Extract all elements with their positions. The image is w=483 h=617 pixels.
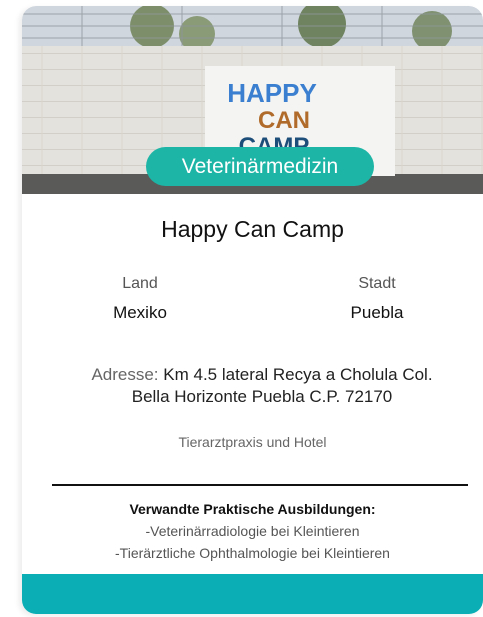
card-footer-bar[interactable] [22, 574, 483, 614]
sign-line-2: CAN [258, 107, 310, 134]
related-training-item: -Tierärztliche Ophthalmologie bei Kleint… [115, 545, 390, 561]
related-trainings-title: Verwandte Praktische Ausbildungen: [129, 501, 376, 517]
related-training-item: -Veterinärradiologie bei Kleintieren [145, 523, 360, 539]
address-label: Adresse: [91, 365, 159, 384]
category-badge: Veterinärmedizin [146, 147, 374, 186]
address-line-2: Bella Horizonte Puebla C.P. 72170 [131, 387, 393, 406]
country-label: Land [122, 275, 158, 292]
hero-image: HAPPY CAN CAMP Veterinärmedizin [22, 6, 483, 194]
practice-type: Tierarztpraxis und Hotel [178, 434, 327, 450]
address: Adresse: Km 4.5 lateral Recya a Cholula … [62, 364, 462, 408]
address-line-1: Km 4.5 lateral Recya a Cholula Col. [163, 365, 433, 384]
divider [52, 484, 468, 486]
sign-line-1: HAPPY [227, 78, 317, 108]
clinic-card[interactable]: HAPPY CAN CAMP Veterinärmedizin Happy Ca… [22, 6, 483, 614]
country-value: Mexiko [113, 303, 167, 322]
city-label: Stadt [358, 275, 396, 292]
city-value: Puebla [350, 303, 404, 322]
clinic-title: Happy Can Camp [161, 216, 344, 242]
